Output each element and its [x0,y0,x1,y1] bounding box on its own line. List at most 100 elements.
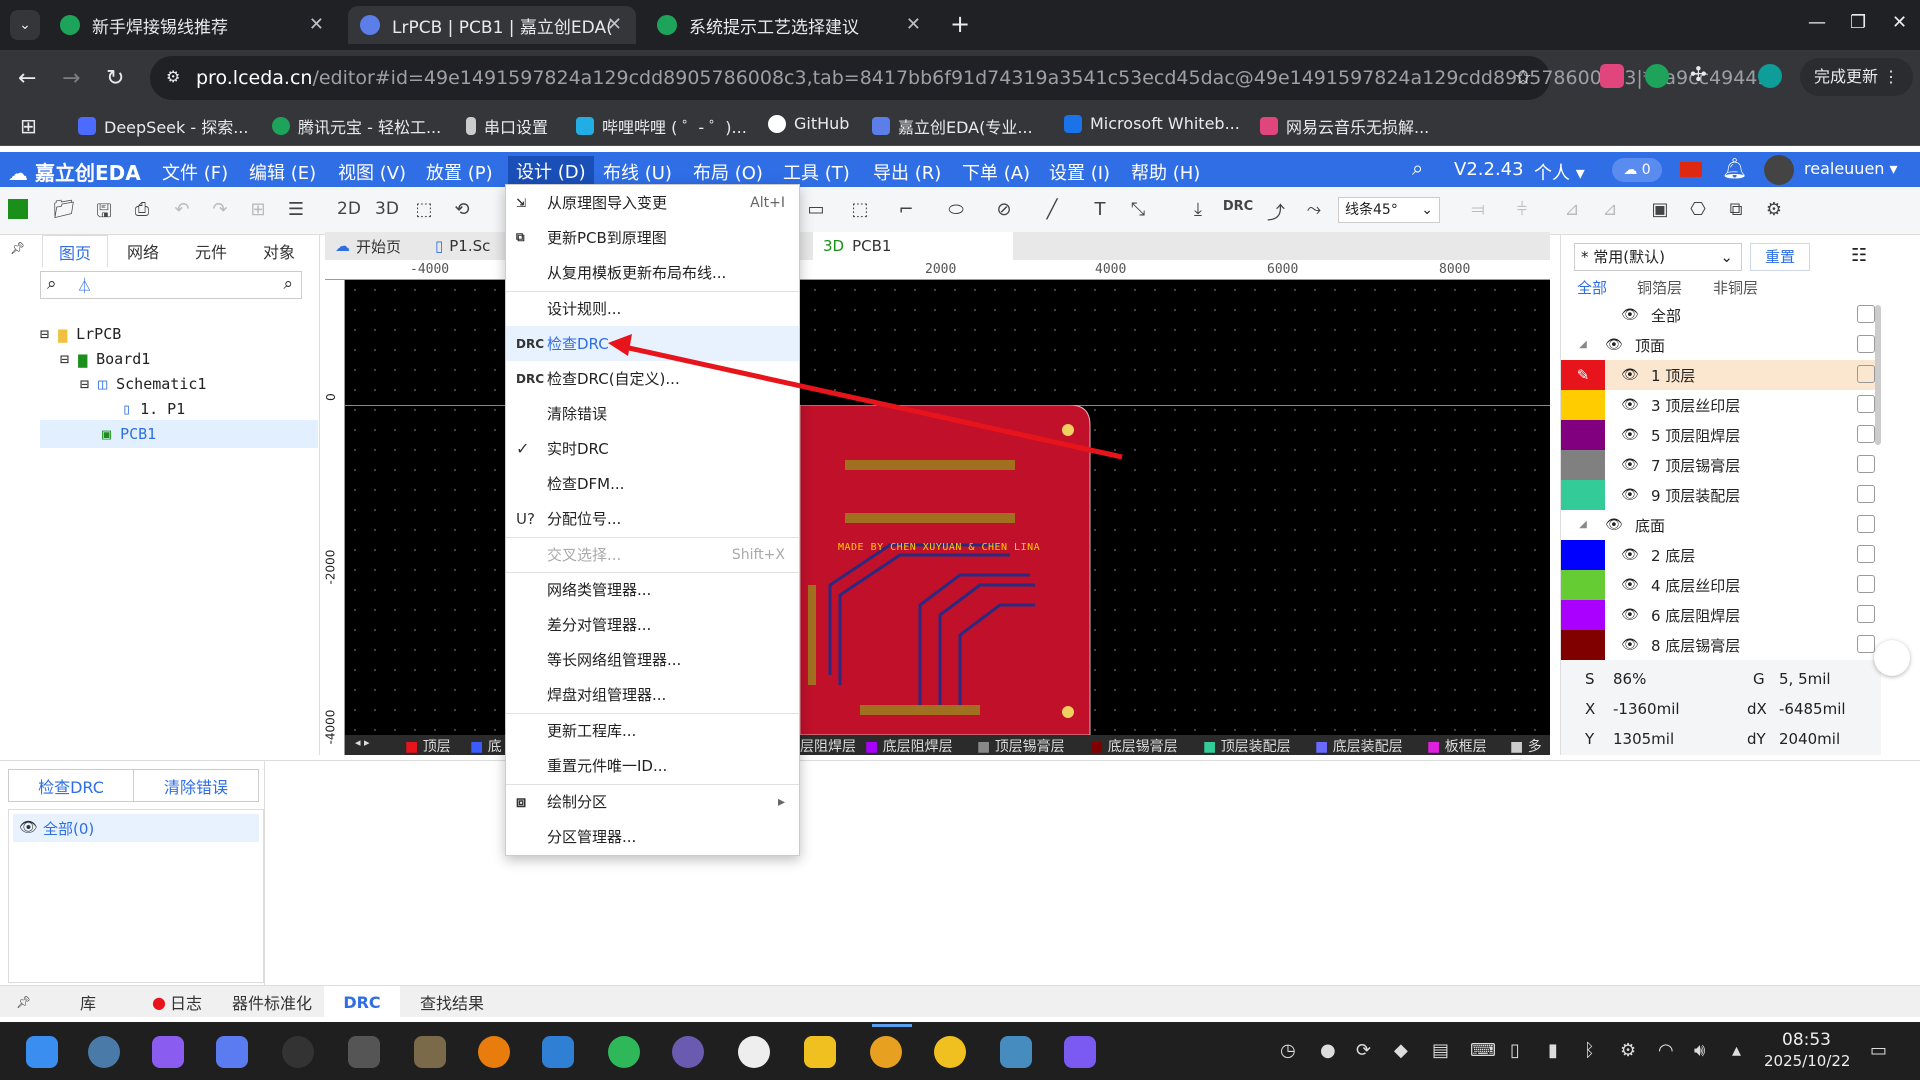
view-2d-button[interactable]: 2D [334,199,364,223]
files-icon[interactable] [216,1036,248,1068]
back-icon[interactable]: ← [18,66,36,91]
undo-icon[interactable]: ↶ [170,199,194,223]
menu-item-check-dfm[interactable]: 检查DFM... [506,466,799,501]
smiley-icon[interactable] [934,1036,966,1068]
menu-item-cross-select[interactable]: 交叉选择... Shift+X [506,537,799,572]
bookmark-item[interactable]: 哔哩哔哩 ( ゜- ゜)... [576,114,747,138]
menu-layout[interactable]: 布局 (O) [693,159,763,185]
menu-item-import-changes[interactable]: ⇲ 从原理图导入变更 Alt+I [506,185,799,220]
filter-copper[interactable]: 铜箔层 [1637,277,1682,298]
collapse-icon[interactable]: ◢ [1561,330,1605,360]
menu-place[interactable]: 放置 (P) [426,159,493,185]
layer-settings-icon[interactable]: ☷ [1851,245,1867,266]
diff-route-icon[interactable]: ⤳ [1302,199,1326,223]
clock-time[interactable]: 08:53 [1782,1030,1831,1050]
align-icon[interactable]: ⫤ [1466,199,1490,223]
menu-view[interactable]: 视图 (V) [338,159,406,185]
menu-item-pad-pair-manager[interactable]: 焊盘对组管理器... [506,677,799,712]
site-info-icon[interactable]: ⚙ [166,67,180,86]
tab-find-results[interactable]: 查找结果 [408,986,496,1018]
pcb-library-icon[interactable]: ▣ [1648,199,1672,223]
vscode-icon[interactable] [542,1036,574,1068]
purple-app-icon[interactable] [1064,1036,1096,1068]
tree-node-pcb[interactable]: ▣ PCB1 [40,420,318,448]
layer-row-3[interactable]: 👁︎ 3 顶层丝印层 [1561,390,1881,420]
tab-library[interactable]: 库 [68,986,108,1018]
cloud-sync-badge[interactable]: ☁ 0 [1612,158,1662,182]
lock-icon[interactable] [1857,455,1875,473]
extension-green-icon[interactable] [1645,64,1669,88]
close-tab-icon[interactable]: ✕ [906,14,921,35]
layer-tab-bottom-assembly[interactable]: ■ 底层装配层 [1315,736,1403,756]
tab-pcb1[interactable]: 3D PCB1 [813,232,1013,260]
import-change-icon[interactable]: ⤓ [1186,199,1210,223]
bookmark-item[interactable]: 网易云音乐无损解... [1260,114,1429,138]
lock-icon[interactable] [1857,335,1875,353]
measure-icon[interactable]: ⤡ [1126,199,1150,223]
layer-tab-bottom-paste[interactable]: ■ 底层锡膏层 [1090,736,1178,756]
yellow-app-icon[interactable] [804,1036,836,1068]
tab-start-page[interactable]: ☁ 开始页 [325,232,411,260]
tab-pages[interactable]: 图页 [42,235,108,267]
layer-color-icon[interactable] [8,199,28,219]
layer-row-top-side[interactable]: ◢ 👁︎ 顶面 [1561,330,1881,360]
line-icon[interactable]: ╱ [1040,199,1064,223]
cat-app-icon[interactable] [152,1036,184,1068]
layer-swatch[interactable] [1561,600,1605,630]
menu-edit[interactable]: 编辑 (E) [249,159,316,185]
new-tab-icon[interactable]: + [950,10,970,38]
browser-tab[interactable]: 新手焊接锡线推荐 ✕ [48,6,338,44]
layer-tab-bottom-mask[interactable]: ■ 底层阻焊层 [865,736,953,756]
route-angle-select[interactable]: 线条45° ⌄ [1338,197,1440,223]
gimp-icon[interactable] [414,1036,446,1068]
lock-icon[interactable] [1857,575,1875,593]
menu-item-region-manager[interactable]: 分区管理器... [506,819,799,854]
save-as-icon[interactable]: ⎙ [130,199,154,223]
eye-icon[interactable]: 👁︎ [1621,547,1643,563]
lock-icon[interactable] [1857,515,1875,533]
menu-item-length-group-manager[interactable]: 等长网络组管理器... [506,642,799,677]
layer-swatch[interactable] [1561,480,1605,510]
github-icon[interactable] [738,1036,770,1068]
lock-icon[interactable] [1857,395,1875,413]
tab-nets[interactable]: 网络 [110,235,176,267]
layer-tab-bottom[interactable]: ■ 底 [470,736,502,756]
clipboard-icon[interactable]: ▤ [1432,1040,1449,1061]
layer-tab-top[interactable]: ■ 顶层 [405,736,451,756]
tab-drc[interactable]: DRC [324,986,400,1018]
bookmark-item[interactable]: 腾讯元宝 - 轻松工... [272,114,441,138]
expand-tray-icon[interactable]: ▴ [1732,1040,1741,1061]
menu-route[interactable]: 布线 (U) [603,159,672,185]
select-region-icon[interactable]: ⬚ [848,199,872,223]
no-symbol-icon[interactable]: ⊘ [992,199,1016,223]
wifi-icon[interactable]: ◠ [1658,1040,1674,1061]
text-icon[interactable]: T [1088,199,1112,223]
blender-icon[interactable] [478,1036,510,1068]
menu-help[interactable]: 帮助 (H) [1131,159,1200,185]
restore-icon[interactable]: ❐ [1850,12,1866,33]
route-icon[interactable]: ⤴ [1264,199,1288,224]
layer-swatch[interactable]: ✎ [1561,360,1605,390]
lock-icon[interactable] [1857,365,1875,383]
menu-item-net-class-manager[interactable]: 网络类管理器... [506,572,799,607]
pin-panel-icon[interactable]: 📌︎ [10,241,25,255]
menu-item-assign-designators[interactable]: U? 分配位号... [506,501,799,536]
layer-row-7[interactable]: 👁︎ 7 顶层锡膏层 [1561,450,1881,480]
lock-icon[interactable] [1857,605,1875,623]
menu-item-update-library[interactable]: 更新工程库... [506,713,799,748]
menu-item-update-from-template[interactable]: 从复用模板更新布局布线... [506,255,799,290]
eye-icon[interactable]: 👁︎ [1621,487,1643,503]
eye-icon[interactable]: 👁︎ [19,818,38,836]
menu-export[interactable]: 导出 (R) [873,159,941,185]
save-icon[interactable]: 🖫 [92,199,116,223]
menu-tools[interactable]: 工具 (T) [783,159,850,185]
chrome-icon[interactable] [870,1036,902,1068]
layer-swatch[interactable] [1561,390,1605,420]
layer-preset-select[interactable]: * 常用(默认) ⌄ [1574,243,1742,271]
mode-select[interactable]: 个人 ▾ [1534,159,1585,185]
close-window-icon[interactable]: ✕ [1892,12,1907,33]
gear-icon[interactable]: ⚙ [1762,199,1786,223]
menu-item-diff-pair-manager[interactable]: 差分对管理器... [506,607,799,642]
layer-swatch[interactable] [1561,570,1605,600]
layer-tab-outline[interactable]: ■ 板框层 [1427,736,1487,756]
